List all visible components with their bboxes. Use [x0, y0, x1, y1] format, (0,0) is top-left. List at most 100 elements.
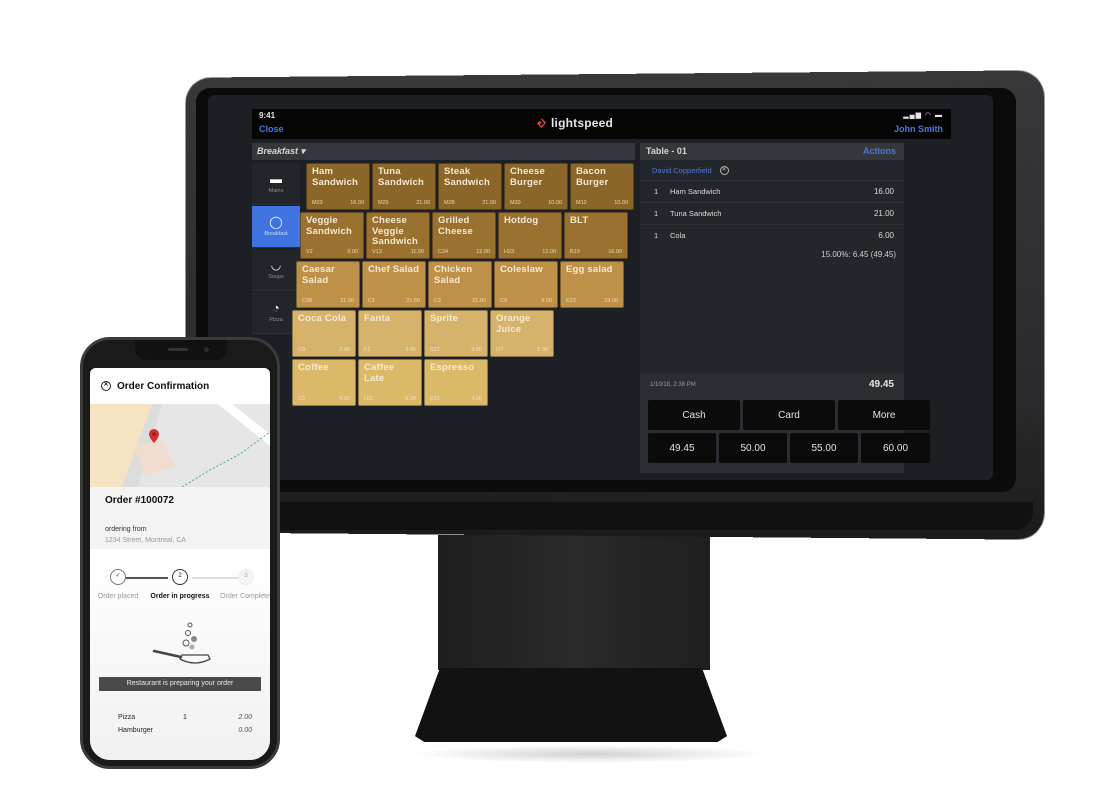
product-price: 21.00 [472, 298, 486, 304]
product-price: 3.00 [471, 347, 482, 353]
phone-camera [204, 347, 209, 352]
sidebar-item-soups[interactable]: ◡ Soups [252, 249, 300, 291]
product-tile[interactable]: Hotdog H23 12.00 [498, 212, 562, 259]
order-number: Order #100072 [105, 495, 174, 506]
order-total: 49.45 [868, 379, 894, 390]
product-tile[interactable]: Cheese Burger M39 10.00 [504, 163, 568, 210]
phone-screen: ✕ Order Confirmation Order #100072 order… [90, 368, 270, 760]
user-menu[interactable]: John Smith [894, 124, 943, 134]
category-sidebar: ▬ Mains ◯ Breakfast ◡ Soups ◔ Pizza [252, 163, 300, 334]
product-tile[interactable]: Caesar Salad C99 21.00 [296, 261, 360, 308]
product-price: 10.00 [548, 200, 562, 206]
product-tile[interactable]: Caffee Late L01 6.00 [358, 359, 422, 406]
sidebar-label: Pizza [269, 317, 283, 323]
product-code: B19 [570, 249, 580, 255]
product-code: F1 [364, 347, 371, 353]
map-graphic [90, 404, 270, 487]
product-tile[interactable]: Egg salad E23 19.00 [560, 261, 624, 308]
order-line-item[interactable]: 1 Ham Sandwich 16.00 [640, 180, 904, 202]
product-price: 4.00 [471, 396, 482, 402]
tablet-stand-base [415, 668, 727, 742]
item-name: Pizza [118, 714, 136, 721]
order-line-item[interactable]: 1 Tuna Sandwich 21.00 [640, 202, 904, 224]
product-tile[interactable]: Fanta F1 3.00 [358, 310, 422, 357]
product-tile[interactable]: BLT B19 16.00 [564, 212, 628, 259]
product-name: Coleslaw [500, 264, 543, 275]
product-tile[interactable]: Ham Sandwich M23 16.00 [306, 163, 370, 210]
product-price: 11.00 [410, 249, 424, 255]
product-name: Hotdog [504, 215, 539, 226]
flame-logo-icon [536, 117, 547, 128]
product-code: V13 [372, 249, 382, 255]
product-code: C0 [298, 347, 306, 353]
product-tile[interactable]: Cheese Veggie Sandwich V13 11.00 [366, 212, 430, 259]
product-code: C99 [302, 298, 313, 304]
close-icon[interactable]: ✕ [101, 381, 111, 391]
menu-selector[interactable]: Breakfast ▾ [252, 143, 635, 160]
signal-wifi-battery-icon: ▂▄▆ ◠ ▬ [903, 112, 943, 119]
card-button[interactable]: Card [743, 400, 835, 430]
step-label-in-progress: Order in progress [150, 593, 210, 600]
product-name: Bacon Burger [576, 166, 609, 188]
close-button[interactable]: Close [259, 124, 284, 134]
quick-amount-button[interactable]: 60.00 [861, 433, 930, 463]
product-tile[interactable]: Coffee C0 4.00 [292, 359, 356, 406]
product-code: M25 [378, 200, 389, 206]
step-pending-indicator: 3 [238, 569, 254, 585]
item-name: Tuna Sandwich [670, 209, 722, 218]
product-tile[interactable]: Chef Salad C1 21.50 [362, 261, 426, 308]
remove-customer-icon[interactable]: ✕ [719, 166, 729, 175]
product-name: Ham Sandwich [312, 166, 358, 188]
item-qty: 1 [183, 714, 187, 721]
product-tile[interactable]: Espresso E01 4.00 [424, 359, 488, 406]
sidebar-label: Breakfast [264, 231, 288, 237]
customer-tag[interactable]: David Copperfield ✕ [652, 166, 729, 175]
more-button[interactable]: More [838, 400, 930, 430]
quick-amount-button[interactable]: 49.45 [648, 433, 716, 463]
product-name: Fanta [364, 313, 391, 324]
product-price: 3.00 [339, 347, 350, 353]
product-price: 19.00 [604, 298, 618, 304]
product-price: 16.00 [608, 249, 622, 255]
product-name: Egg salad [566, 264, 613, 275]
burger-icon: ▬ [270, 172, 282, 186]
product-tile[interactable]: Veggie Sandwich V2 9.00 [300, 212, 364, 259]
product-name: Coffee [298, 362, 329, 373]
item-price: 2.00 [238, 714, 252, 721]
product-tile[interactable]: Coleslaw C9 9.00 [494, 261, 558, 308]
product-price: 12.00 [476, 249, 490, 255]
item-name: Ham Sandwich [670, 187, 721, 196]
product-tile[interactable]: Chicken Salad C2 21.00 [428, 261, 492, 308]
step-current-indicator: 2 [172, 569, 188, 585]
product-tile[interactable]: Sprite S22 3.00 [424, 310, 488, 357]
pos-screen: 9:41 Close lightspeed ▂▄▆ ◠ ▬ John Smith… [208, 95, 993, 480]
product-tile[interactable]: Coca Cola C0 3.00 [292, 310, 356, 357]
order-header: Table - 01 Actions [640, 143, 904, 160]
product-price: 6.00 [405, 396, 416, 402]
product-tile[interactable]: Orange Juice O7 5.00 [490, 310, 554, 357]
quick-amount-button[interactable]: 50.00 [719, 433, 787, 463]
actions-button[interactable]: Actions [863, 146, 896, 156]
sidebar-item-breakfast[interactable]: ◯ Breakfast [252, 206, 300, 248]
ordering-from-label: ordering from [105, 526, 147, 533]
payment-area: 1/10/18, 2:38 PM 49.45 Cash Card More 49… [640, 373, 930, 473]
product-tile[interactable]: Bacon Burger M12 10.00 [570, 163, 634, 210]
product-name: Steak Sandwich [444, 166, 490, 188]
product-code: C0 [298, 396, 306, 402]
product-tile[interactable]: Tuna Sandwich M25 21.00 [372, 163, 436, 210]
product-code: M39 [510, 200, 521, 206]
order-progress: ✓ 2 3 Order placed Order in progress Ord… [90, 549, 270, 760]
product-tile[interactable]: Steak Sandwich M28 21.00 [438, 163, 502, 210]
map-view[interactable] [90, 404, 270, 487]
brand-name: lightspeed [551, 116, 614, 130]
cash-button[interactable]: Cash [648, 400, 740, 430]
sidebar-item-mains[interactable]: ▬ Mains [252, 163, 300, 205]
product-name: BLT [570, 215, 589, 226]
status-time: 9:41 [259, 111, 276, 120]
order-line-item[interactable]: 1 Cola 6.00 [640, 224, 904, 246]
order-confirmation-header: ✕ Order Confirmation [90, 368, 270, 404]
quick-amount-button[interactable]: 55.00 [790, 433, 858, 463]
product-name: Cheese Veggie Sandwich [372, 215, 418, 247]
product-tile[interactable]: Grilled Cheese C34 12.00 [432, 212, 496, 259]
tablet-bottom-edge [185, 502, 1033, 530]
